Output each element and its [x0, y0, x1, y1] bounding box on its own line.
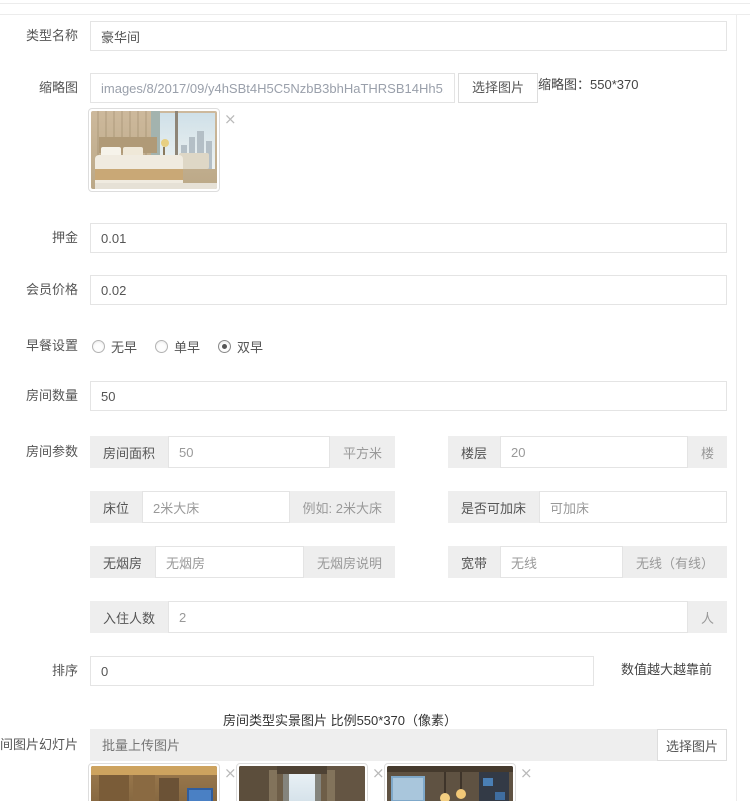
room-count-label: 房间数量 [0, 381, 78, 411]
room-area-group: 房间面积 平方米 [90, 436, 395, 468]
remove-slide-icon[interactable]: × [520, 766, 533, 780]
radio-icon [155, 340, 168, 353]
room-type-edit-form: 类型名称 缩略图 选择图片 缩略图：550*370 [0, 0, 750, 801]
thumbnail-path-input[interactable] [90, 73, 455, 103]
thumbnail-select-image-button[interactable]: 选择图片 [458, 73, 538, 103]
room-area-addon-label: 房间面积 [90, 436, 168, 468]
panel-top-border [0, 3, 750, 4]
sort-label: 排序 [0, 656, 78, 686]
sort-hint: 数值越大越靠前 [621, 655, 712, 685]
radio-icon [218, 340, 231, 353]
slide-thumbnail-3 [384, 763, 516, 801]
remove-slide-icon[interactable]: × [224, 766, 237, 780]
remove-slide-icon[interactable]: × [372, 766, 385, 780]
slide-thumbnail-2 [236, 763, 368, 801]
breakfast-option-label: 单早 [174, 337, 200, 356]
extra-bed-addon-label: 是否可加床 [448, 491, 539, 523]
member-price-label: 会员价格 [0, 275, 78, 305]
bed-addon-label: 床位 [90, 491, 142, 523]
type-name-input[interactable] [90, 21, 727, 51]
form-top-divider [0, 14, 750, 15]
broadband-group: 宽带 无线（有线） [448, 546, 727, 578]
breakfast-option-label: 双早 [237, 337, 263, 356]
floor-input[interactable] [500, 436, 688, 468]
breakfast-radio-group: 无早 单早 双早 [92, 331, 263, 361]
room-area-unit-label: 平方米 [330, 436, 395, 468]
room-photo-thumbnail [387, 766, 513, 801]
breakfast-option-none[interactable]: 无早 [92, 337, 137, 356]
no-smoking-group: 无烟房 无烟房说明 [90, 546, 395, 578]
broadband-addon-label: 宽带 [448, 546, 500, 578]
room-photo-thumbnail [239, 766, 365, 801]
slides-section-title: 房间类型实景图片 比例550*370（像素） [90, 710, 590, 729]
room-area-input[interactable] [168, 436, 330, 468]
occupancy-input[interactable] [168, 601, 688, 633]
occupancy-unit-label: 人 [688, 601, 727, 633]
broadband-input[interactable] [500, 546, 623, 578]
thumbnail-preview [88, 108, 220, 192]
sort-input[interactable] [90, 656, 594, 686]
breakfast-label: 早餐设置 [0, 331, 78, 361]
thumbnail-size-note: 缩略图：550*370 [538, 70, 638, 100]
type-name-label: 类型名称 [0, 21, 78, 51]
room-photo-thumbnail [91, 766, 217, 801]
room-params-label: 房间参数 [0, 437, 78, 467]
bed-example-label: 例如: 2米大床 [290, 491, 395, 523]
extra-bed-group: 是否可加床 [448, 491, 727, 523]
remove-thumbnail-icon[interactable]: × [224, 112, 237, 126]
slides-label: 房间图片幻灯片 [0, 730, 78, 760]
member-price-input[interactable] [90, 275, 727, 305]
slides-upload-bar: 选择图片 [90, 729, 727, 761]
room-count-input[interactable] [90, 381, 727, 411]
slides-batch-upload-input[interactable] [90, 729, 657, 761]
breakfast-option-label: 无早 [111, 337, 137, 356]
room-photo-thumbnail [91, 111, 217, 189]
breakfast-option-single[interactable]: 单早 [155, 337, 200, 356]
thumbnail-label: 缩略图 [0, 73, 78, 103]
bed-input[interactable] [142, 491, 290, 523]
radio-icon [92, 340, 105, 353]
no-smoking-input[interactable] [155, 546, 304, 578]
panel-right-border [736, 14, 737, 801]
floor-addon-label: 楼层 [448, 436, 500, 468]
bed-group: 床位 例如: 2米大床 [90, 491, 395, 523]
occupancy-addon-label: 入住人数 [90, 601, 168, 633]
deposit-input[interactable] [90, 223, 727, 253]
floor-group: 楼层 楼 [448, 436, 727, 468]
slide-thumbnail-1 [88, 763, 220, 801]
floor-unit-label: 楼 [688, 436, 727, 468]
no-smoking-desc-label: 无烟房说明 [304, 546, 395, 578]
occupancy-group: 入住人数 人 [90, 601, 727, 633]
slides-select-image-button[interactable]: 选择图片 [657, 729, 727, 761]
deposit-label: 押金 [0, 223, 78, 253]
broadband-type-label: 无线（有线） [623, 546, 727, 578]
breakfast-option-double[interactable]: 双早 [218, 337, 263, 356]
extra-bed-input[interactable] [539, 491, 727, 523]
no-smoking-addon-label: 无烟房 [90, 546, 155, 578]
